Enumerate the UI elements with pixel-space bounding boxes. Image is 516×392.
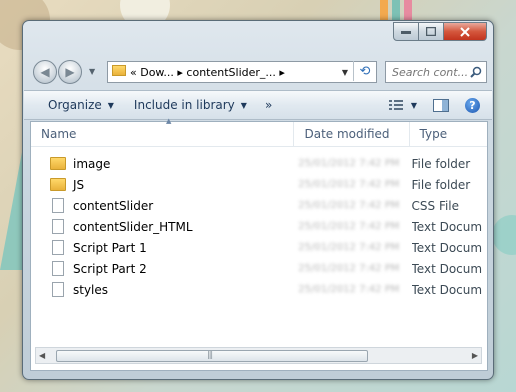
maximize-icon	[426, 27, 436, 36]
help-icon: ?	[465, 97, 480, 113]
minimize-icon	[401, 30, 411, 34]
refresh-icon: ⟲	[359, 63, 371, 79]
wallpaper-decoration	[492, 215, 516, 255]
file-date: 25/01/2012 7:42 PM	[298, 200, 400, 211]
file-name: contentSlider	[73, 198, 154, 213]
search-box[interactable]	[385, 61, 487, 83]
chevron-down-icon: ▼	[107, 100, 114, 110]
preview-pane-button[interactable]	[425, 98, 457, 112]
close-button[interactable]	[444, 22, 487, 41]
column-date-modified[interactable]: Date modified	[294, 122, 410, 146]
list-item-image[interactable]: image 25/01/2012 7:42 PM File folder	[31, 153, 487, 174]
file-date: 25/01/2012 7:42 PM	[298, 284, 400, 295]
document-icon	[52, 282, 64, 297]
refresh-button[interactable]: ⟲	[353, 61, 376, 81]
folder-icon	[50, 178, 66, 191]
close-icon	[460, 26, 470, 37]
help-button[interactable]: ?	[457, 97, 492, 113]
file-list-pane: Name ▲ Date modified Type image 25/01/20…	[30, 117, 488, 371]
sort-ascending-icon: ▲	[166, 117, 172, 125]
address-path[interactable]: « Dow... ▸ contentSlider_... ▸	[130, 66, 285, 79]
scroll-right-icon[interactable]: ▶	[472, 351, 478, 360]
folder-icon	[112, 65, 126, 79]
file-rows: image 25/01/2012 7:42 PM File folder JS …	[31, 153, 487, 300]
back-arrow-icon: ◀	[40, 65, 50, 79]
file-name: styles	[73, 282, 109, 297]
forward-arrow-icon: ▶	[65, 65, 75, 79]
column-date-label: Date modified	[304, 127, 390, 141]
back-button[interactable]: ◀	[33, 60, 57, 84]
address-dropdown-icon[interactable]: ▼	[342, 68, 348, 77]
file-type: Text Docum	[411, 219, 483, 234]
folder-icon	[50, 157, 66, 170]
preview-pane-icon	[433, 98, 449, 112]
list-item-js[interactable]: JS 25/01/2012 7:42 PM File folder	[31, 174, 487, 195]
scrollbar-thumb[interactable]: |||	[56, 350, 368, 362]
maximize-button[interactable]	[419, 22, 444, 41]
search-input[interactable]	[390, 64, 470, 80]
file-type: Text Docum	[411, 261, 483, 276]
chevron-down-icon: ▼	[410, 100, 417, 110]
list-item-contentslider[interactable]: contentSlider 25/01/2012 7:42 PM CSS Fil…	[31, 195, 487, 216]
column-type[interactable]: Type	[410, 122, 487, 146]
list-item-contentslider-html[interactable]: contentSlider_HTML 25/01/2012 7:42 PM Te…	[31, 216, 487, 237]
file-type: Text Docum	[411, 282, 483, 297]
document-icon	[52, 261, 64, 276]
command-bar: Organize ▼ Include in library ▼ » ▼ ?	[24, 90, 492, 120]
include-in-library-menu[interactable]: Include in library ▼	[122, 98, 255, 112]
file-name: image	[73, 156, 111, 171]
file-type: File folder	[411, 156, 471, 171]
search-icon	[470, 66, 482, 78]
more-commands-label: »	[264, 98, 273, 112]
file-name: JS	[73, 177, 85, 192]
scroll-left-icon[interactable]: ◀	[39, 351, 45, 360]
file-type: Text Docum	[411, 240, 483, 255]
include-in-library-label: Include in library	[133, 98, 235, 112]
organize-menu[interactable]: Organize ▼	[24, 98, 122, 112]
file-name: contentSlider_HTML	[73, 219, 193, 234]
more-commands-button[interactable]: »	[255, 98, 280, 112]
window-controls	[393, 22, 487, 41]
column-name[interactable]: Name ▲	[31, 117, 295, 146]
file-type: CSS File	[411, 198, 460, 213]
recent-pages-dropdown[interactable]: ▼	[89, 67, 95, 76]
document-icon	[52, 240, 64, 255]
chevron-down-icon: ▼	[240, 100, 247, 110]
forward-button[interactable]: ▶	[58, 60, 82, 84]
file-date: 25/01/2012 7:42 PM	[298, 179, 400, 190]
address-bar[interactable]: « Dow... ▸ contentSlider_... ▸ ▼	[107, 61, 377, 83]
explorer-window: ◀ ▶ ▼ « Dow... ▸ contentSlider_... ▸ ▼ ⟲…	[22, 20, 494, 380]
change-view-button[interactable]: ▼	[381, 99, 425, 111]
organize-label: Organize	[48, 98, 102, 112]
grip-icon: |||	[207, 350, 213, 359]
horizontal-scrollbar[interactable]: ◀ ||| ▶	[35, 347, 482, 364]
column-header: Name ▲ Date modified Type	[31, 117, 487, 147]
document-icon	[52, 198, 64, 213]
column-type-label: Type	[419, 127, 448, 141]
file-name: Script Part 1	[73, 240, 147, 255]
file-date: 25/01/2012 7:42 PM	[298, 158, 400, 169]
document-icon	[52, 219, 64, 234]
file-date: 25/01/2012 7:42 PM	[298, 221, 400, 232]
column-name-label: Name	[41, 127, 77, 141]
list-item-styles[interactable]: styles 25/01/2012 7:42 PM Text Docum	[31, 279, 487, 300]
minimize-button[interactable]	[393, 22, 419, 41]
list-item-script-part-1[interactable]: Script Part 1 25/01/2012 7:42 PM Text Do…	[31, 237, 487, 258]
file-date: 25/01/2012 7:42 PM	[298, 242, 400, 253]
file-date: 25/01/2012 7:42 PM	[298, 263, 400, 274]
file-name: Script Part 2	[73, 261, 147, 276]
list-item-script-part-2[interactable]: Script Part 2 25/01/2012 7:42 PM Text Do…	[31, 258, 487, 279]
file-type: File folder	[411, 177, 471, 192]
view-list-icon	[388, 100, 403, 110]
